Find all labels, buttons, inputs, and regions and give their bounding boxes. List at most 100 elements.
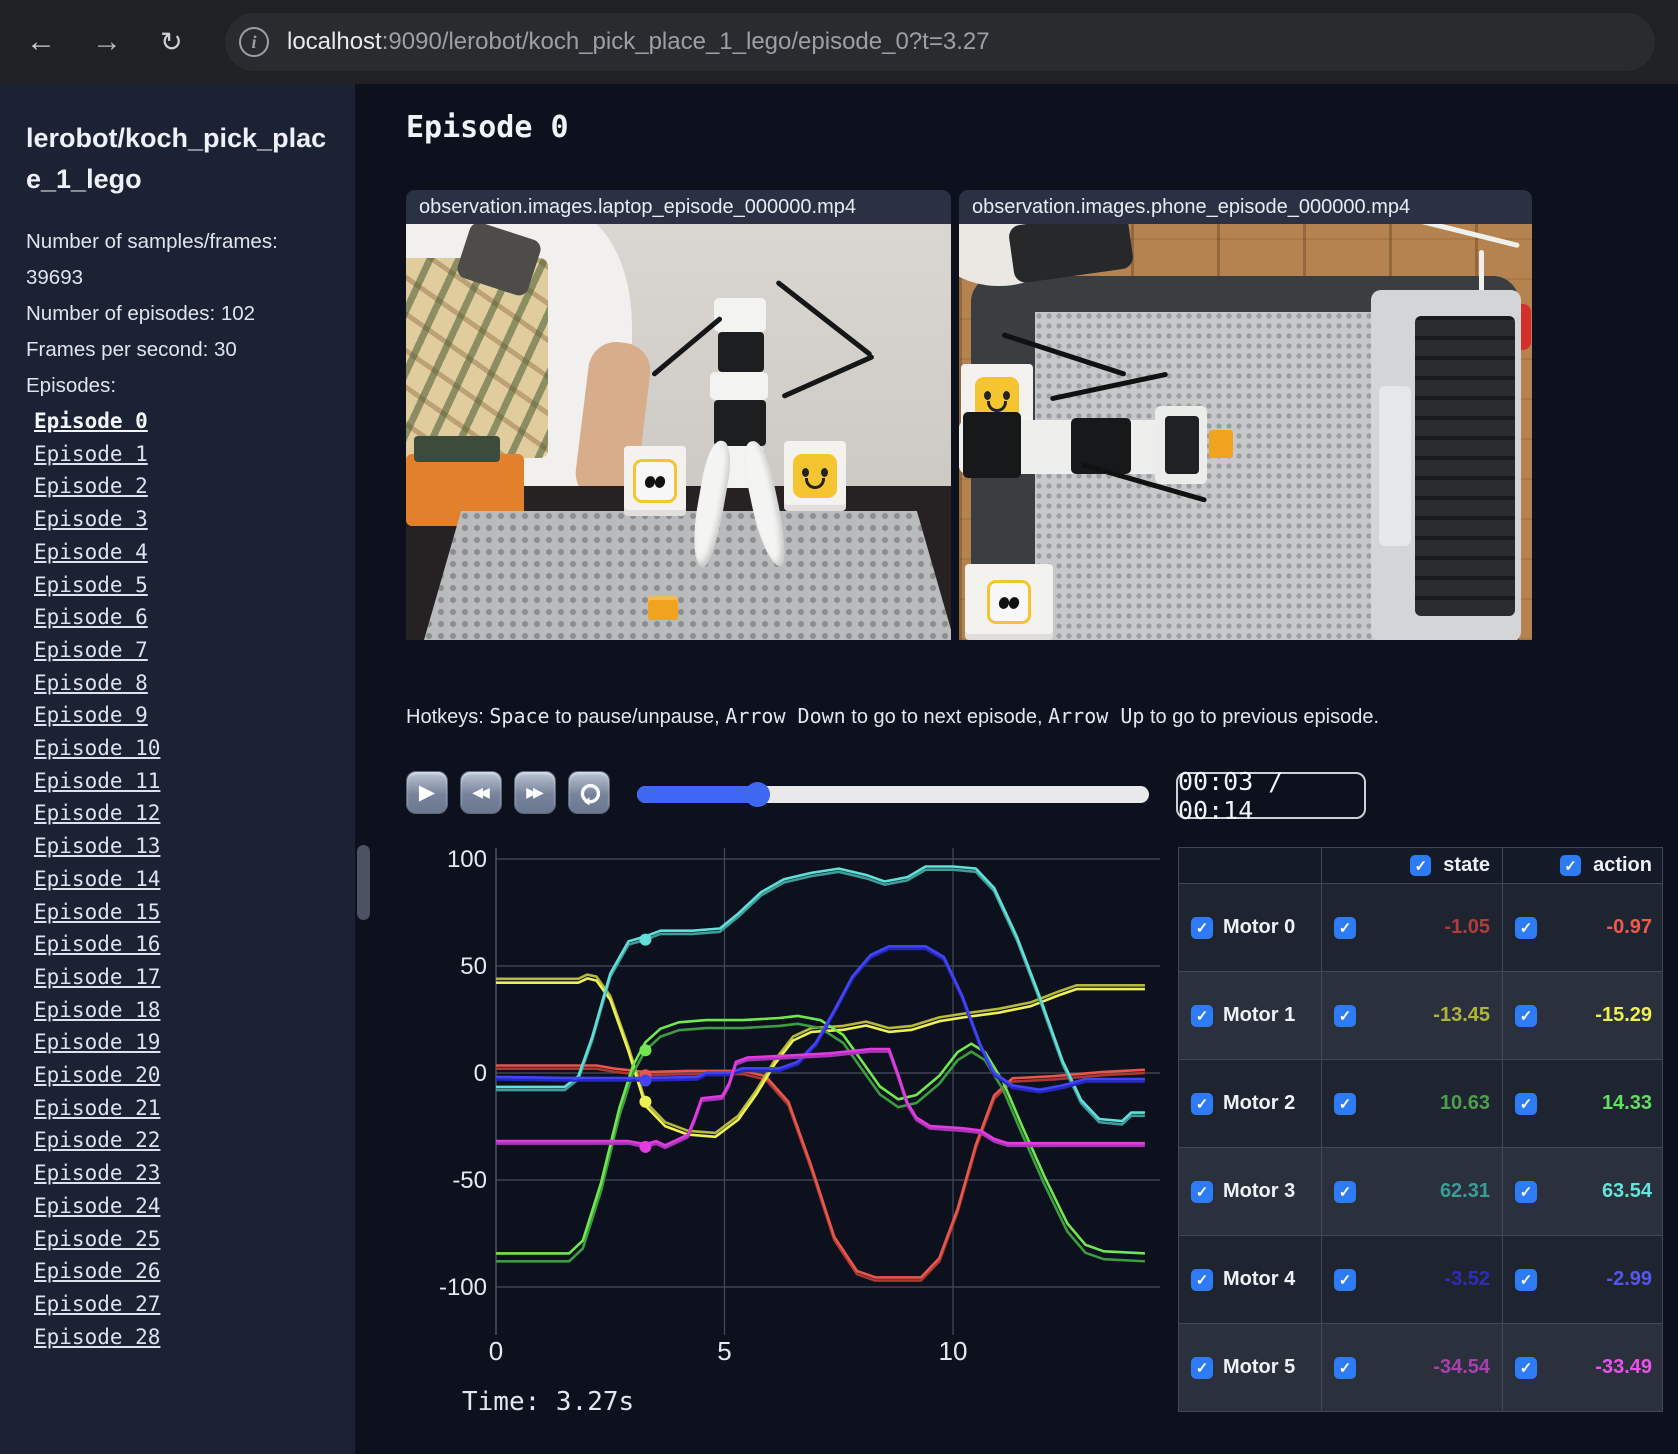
sidebar-episode-link[interactable]: Episode 4: [34, 536, 355, 569]
forward-icon[interactable]: →: [92, 20, 122, 64]
sidebar-episode-link[interactable]: Episode 5: [34, 569, 355, 602]
sidebar-episode-link[interactable]: Episode 27: [34, 1288, 355, 1321]
browser-toolbar: ← → ↻ i localhost:9090/lerobot/koch_pick…: [0, 0, 1678, 84]
sidebar-episode-link[interactable]: Episode 24: [34, 1190, 355, 1223]
sidebar-episode-link[interactable]: Episode 16: [34, 928, 355, 961]
video-frame-laptop[interactable]: [406, 224, 951, 640]
fast-forward-button[interactable]: ▶▶: [514, 771, 556, 814]
motor-label-cell: ✓ Motor 1: [1179, 972, 1322, 1059]
sidebar-episode-link[interactable]: Episode 18: [34, 994, 355, 1027]
motor-label-cell: ✓ Motor 4: [1179, 1236, 1322, 1323]
reload-icon[interactable]: ↻: [160, 20, 183, 64]
row-checkbox[interactable]: ✓: [1191, 1180, 1213, 1203]
key-arrow-up: Arrow Up: [1048, 704, 1145, 728]
sidebar-episode-link[interactable]: Episode 26: [34, 1255, 355, 1288]
sidebar-episode-link[interactable]: Episode 13: [34, 830, 355, 863]
sidebar-episode-link[interactable]: Episode 8: [34, 667, 355, 700]
row-checkbox[interactable]: ✓: [1334, 1268, 1356, 1291]
row-checkbox[interactable]: ✓: [1334, 916, 1356, 939]
sidebar-episode-link[interactable]: Episode 15: [34, 896, 355, 929]
robot-arm: [687, 298, 792, 570]
url-text[interactable]: localhost:9090/lerobot/koch_pick_place_1…: [287, 28, 990, 56]
sidebar-episode-link[interactable]: Episode 11: [34, 765, 355, 798]
motor-table: ✓ state ✓ action ✓ Motor 0 ✓ -1.05 ✓ -0.97 ✓ Moto…: [1178, 847, 1663, 1412]
sidebar-episode-link[interactable]: Episode 17: [34, 961, 355, 994]
sidebar-episode-link[interactable]: Episode 3: [34, 503, 355, 536]
row-checkbox[interactable]: ✓: [1334, 1004, 1356, 1027]
row-checkbox[interactable]: ✓: [1515, 1004, 1537, 1027]
sidebar-episode-link[interactable]: Episode 22: [34, 1124, 355, 1157]
action-column-checkbox[interactable]: ✓: [1560, 855, 1582, 876]
sidebar-episode-link[interactable]: Episode 10: [34, 732, 355, 765]
sidebar-episode-link[interactable]: Episode 6: [34, 601, 355, 634]
main-content: Episode 0 observation.images.laptop_epis…: [355, 84, 1678, 1454]
row-checkbox[interactable]: ✓: [1191, 1004, 1213, 1027]
sidebar-episode-link[interactable]: Episode 12: [34, 797, 355, 830]
motor-chart[interactable]: 100 50 0 -50 -100 0 5 10 Time: 3.27s: [400, 840, 1178, 1454]
sidebar-episode-link[interactable]: Episode 1: [34, 438, 355, 471]
url-path: :9090/lerobot/koch_pick_place_1_lego/epi…: [381, 28, 990, 55]
series-action-motor-0: [496, 1064, 1145, 1279]
current-time-dot: [639, 1044, 652, 1057]
row-checkbox[interactable]: ✓: [1515, 1180, 1537, 1203]
row-checkbox[interactable]: ✓: [1515, 1356, 1537, 1379]
sidebar-episode-link[interactable]: Episode 2: [34, 470, 355, 503]
motor-label: Motor 4: [1223, 1268, 1296, 1290]
video-card-laptop: observation.images.laptop_episode_000000…: [406, 190, 951, 640]
state-value: -13.45: [1433, 1004, 1490, 1026]
row-checkbox[interactable]: ✓: [1191, 916, 1213, 939]
video-title-phone: observation.images.phone_episode_000000.…: [959, 190, 1532, 224]
sidebar-episode-link[interactable]: Episode 28: [34, 1321, 355, 1354]
row-checkbox[interactable]: ✓: [1191, 1092, 1213, 1115]
sidebar-episode-link[interactable]: Episode 25: [34, 1223, 355, 1256]
back-icon[interactable]: ←: [26, 20, 56, 64]
motor-label-cell: ✓ Motor 3: [1179, 1148, 1322, 1235]
state-column-checkbox[interactable]: ✓: [1410, 855, 1432, 876]
row-checkbox[interactable]: ✓: [1515, 916, 1537, 939]
row-checkbox[interactable]: ✓: [1334, 1092, 1356, 1115]
action-cell: ✓ -0.97: [1503, 884, 1664, 971]
motor-label: Motor 3: [1223, 1180, 1296, 1202]
video-frame-phone[interactable]: [959, 224, 1532, 640]
rewind-button[interactable]: ◀◀: [460, 771, 502, 814]
x-axis-tick-label: 5: [717, 1336, 731, 1366]
episodes-label: Episodes:: [26, 374, 117, 397]
sidebar-episode-link[interactable]: Episode 14: [34, 863, 355, 896]
action-value: 63.54: [1601, 1180, 1652, 1202]
motor-label-cell: ✓ Motor 2: [1179, 1060, 1322, 1147]
row-checkbox[interactable]: ✓: [1191, 1268, 1213, 1291]
sidebar: lerobot/koch_pick_place_1_lego Number of…: [0, 84, 355, 1454]
row-checkbox[interactable]: ✓: [1515, 1268, 1537, 1291]
trackpad: [1379, 386, 1411, 546]
series-action-motor-5: [496, 1047, 1145, 1147]
progress-slider[interactable]: [637, 782, 1149, 807]
action-column-label: action: [1593, 854, 1652, 876]
play-button[interactable]: ▶: [406, 771, 448, 814]
sidebar-episode-link[interactable]: Episode 0: [34, 405, 355, 438]
table-row: ✓ Motor 2 ✓ 10.63 ✓ 14.33: [1179, 1060, 1662, 1148]
chart-time-label: Time: 3.27s: [462, 1387, 634, 1417]
header-state-cell: ✓ state: [1322, 848, 1503, 883]
play-icon: ▶: [418, 781, 436, 804]
table-header-row: ✓ state ✓ action: [1179, 848, 1662, 884]
sidebar-episode-link[interactable]: Episode 21: [34, 1092, 355, 1125]
slider-thumb[interactable]: [744, 782, 770, 807]
address-bar[interactable]: i localhost:9090/lerobot/koch_pick_place…: [225, 13, 1655, 71]
sidebar-episode-link[interactable]: Episode 23: [34, 1157, 355, 1190]
state-cell: ✓ -1.05: [1322, 884, 1503, 971]
y-axis-tick-label: -50: [452, 1167, 487, 1194]
state-cell: ✓ 10.63: [1322, 1060, 1503, 1147]
row-checkbox[interactable]: ✓: [1191, 1356, 1213, 1379]
sidebar-episode-link[interactable]: Episode 9: [34, 699, 355, 732]
sidebar-episode-link[interactable]: Episode 19: [34, 1026, 355, 1059]
row-checkbox[interactable]: ✓: [1515, 1092, 1537, 1115]
site-info-icon[interactable]: i: [239, 27, 269, 57]
state-cell: ✓ -13.45: [1322, 972, 1503, 1059]
action-cell: ✓ -2.99: [1503, 1236, 1664, 1323]
row-checkbox[interactable]: ✓: [1334, 1180, 1356, 1203]
table-row: ✓ Motor 4 ✓ -3.52 ✓ -2.99: [1179, 1236, 1662, 1324]
sidebar-episode-link[interactable]: Episode 7: [34, 634, 355, 667]
sidebar-episode-link[interactable]: Episode 20: [34, 1059, 355, 1092]
loop-button[interactable]: [568, 771, 610, 814]
row-checkbox[interactable]: ✓: [1334, 1356, 1356, 1379]
